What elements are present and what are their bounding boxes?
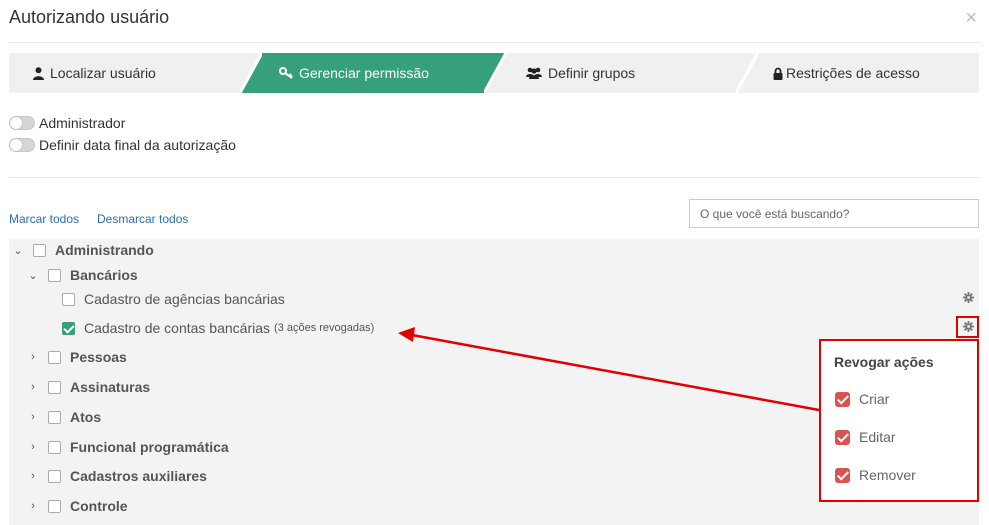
end-date-toggle-row: Definir data final da autorização [9,137,236,153]
node-checkbox[interactable] [48,268,61,282]
tree-node-contas: Cadastro de contas bancárias (3 ações re… [62,320,374,336]
revoke-option-criar[interactable]: Criar [835,391,889,407]
revoke-option-label: Remover [859,467,916,483]
node-checkbox-checked[interactable] [62,321,75,335]
chevron-right-icon[interactable]: › [26,500,40,512]
close-icon[interactable]: × [965,8,977,28]
tree-node-pessoas: › Pessoas [26,349,127,365]
node-label: Cadastro de contas bancárias [84,320,270,336]
node-checkbox[interactable] [48,440,61,454]
revoke-option-editar[interactable]: Editar [835,429,896,445]
end-date-toggle[interactable] [9,138,35,152]
tab-separator [484,53,506,93]
tab-label: Restrições de acesso [786,65,920,81]
chevron-right-icon[interactable]: › [26,411,40,423]
tab-definir-grupos[interactable]: Definir grupos [526,53,635,93]
tree-node-agencias: Cadastro de agências bancárias [62,291,285,307]
tree-node-bancarios: ⌄ Bancários [26,267,138,283]
tab-label: Localizar usuário [50,65,156,81]
revoke-option-remover[interactable]: Remover [835,467,916,483]
tab-label: Definir grupos [548,65,636,81]
node-label: Assinaturas [70,379,151,395]
revoked-actions-note: (3 ações revogadas) [274,322,375,334]
admin-toggle-row: Administrador [9,115,125,131]
tree-node-administrando: ⌄ Administrando [11,242,154,258]
select-all-link[interactable]: Marcar todos [9,212,79,226]
wizard-tabs: Localizar usuário Gerenciar permissão De… [9,53,979,93]
tab-gerenciar-permissao[interactable]: Gerenciar permissão [279,53,429,93]
chevron-right-icon[interactable]: › [26,381,40,393]
tree-node-assinaturas: › Assinaturas [26,379,150,395]
divider [9,177,980,178]
node-checkbox[interactable] [62,292,75,306]
popup-title: Revogar ações [834,354,934,370]
node-label: Cadastros auxiliares [70,468,207,484]
deselect-all-link[interactable]: Desmarcar todos [97,212,188,226]
admin-toggle-label: Administrador [39,115,126,131]
revoke-option-label: Editar [859,429,896,445]
chevron-down-icon[interactable]: ⌄ [26,269,40,282]
node-checkbox[interactable] [48,469,61,483]
node-checkbox[interactable] [48,410,61,424]
revoke-checkbox[interactable] [835,467,850,483]
revoke-checkbox[interactable] [835,429,850,445]
tab-restricoes-acesso[interactable]: Restrições de acesso [773,53,920,93]
users-icon [526,67,542,79]
tab-separator [240,53,262,93]
node-checkbox[interactable] [48,350,61,364]
gear-highlight-box [956,316,979,338]
node-label: Atos [70,409,102,425]
chevron-right-icon[interactable]: › [26,351,40,363]
node-checkbox[interactable] [48,499,61,513]
admin-toggle[interactable] [9,116,35,130]
key-icon [279,67,293,79]
tree-node-atos: › Atos [26,409,101,425]
node-label: Pessoas [70,349,127,365]
revoke-checkbox[interactable] [835,391,850,407]
tab-localizar-usuario[interactable]: Localizar usuário [33,53,156,93]
end-date-toggle-label: Definir data final da autorização [39,137,236,153]
revoke-actions-popup: Revogar ações Criar Editar Remover [819,339,979,502]
node-label: Funcional programática [70,439,229,455]
lock-icon [773,67,783,80]
revoke-option-label: Criar [859,391,890,407]
tree-node-controle: › Controle [26,498,128,514]
node-label: Controle [70,498,128,514]
dialog-title: Autorizando usuário [9,7,170,27]
tab-separator [736,53,758,93]
node-checkbox[interactable] [33,243,46,257]
node-label: Cadastro de agências bancárias [84,291,285,307]
chevron-right-icon[interactable]: › [26,470,40,482]
chevron-right-icon[interactable]: › [26,441,40,453]
gear-icon[interactable] [963,292,974,303]
search-input[interactable] [689,199,979,228]
tree-node-funcional: › Funcional programática [26,439,229,455]
node-checkbox[interactable] [48,380,61,394]
divider [9,42,980,43]
tree-node-auxiliares: › Cadastros auxiliares [26,468,207,484]
tab-label: Gerenciar permissão [299,65,429,81]
node-label: Bancários [70,267,138,283]
chevron-down-icon[interactable]: ⌄ [11,244,25,257]
node-label: Administrando [55,242,154,258]
user-icon [33,66,44,80]
